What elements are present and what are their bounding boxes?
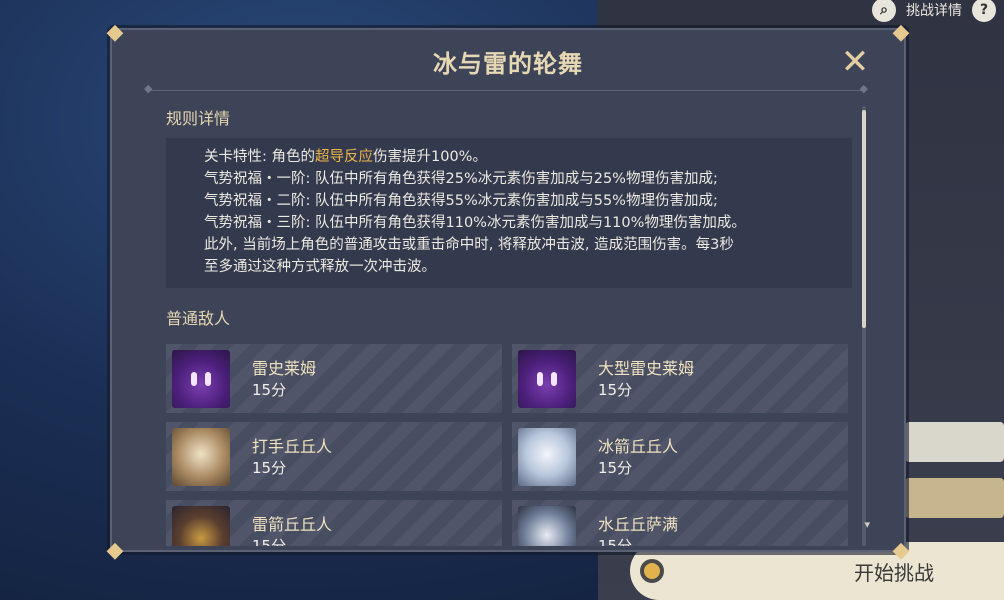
enemy-card[interactable]: 冰箭丘丘人 15分 <box>512 422 848 491</box>
help-icon[interactable]: ? <box>972 0 996 22</box>
scroll-thumb[interactable] <box>862 110 866 328</box>
enemy-name: 雷箭丘丘人 <box>252 514 333 534</box>
enemy-card[interactable]: 打手丘丘人 15分 <box>166 422 502 491</box>
scrollbar[interactable] <box>862 106 866 546</box>
enemy-card[interactable]: 大型雷史莱姆 15分 <box>512 344 848 413</box>
electro-slime-portrait <box>172 349 230 408</box>
enemy-card[interactable]: 水丘丘萨满 15分 <box>512 500 848 546</box>
rule-line: 此外, 当前场上角色的普通攻击或重击命中时, 将释放冲击波, 造成范围伤害。每3… <box>204 237 734 253</box>
enemy-name: 大型雷史莱姆 <box>598 358 695 378</box>
top-bar: ⌕ 挑战详情 ? <box>872 0 1004 22</box>
search-icon[interactable]: ⌕ <box>872 0 896 22</box>
enemy-name: 雷史莱姆 <box>252 358 317 378</box>
dialog-content[interactable]: 规则详情 关卡特性: 角色的超导反应伤害提升100%。 气势祝福・一阶: 队伍中… <box>166 106 852 546</box>
close-button[interactable]: ✕ <box>840 45 870 79</box>
corner-ornament-icon: ◆ <box>106 20 124 45</box>
hydro-samachurl-portrait <box>518 505 576 546</box>
background-slot <box>905 478 1004 518</box>
title-divider <box>144 82 868 95</box>
superconduct-highlight: 超导反应 <box>315 149 373 165</box>
enemy-card[interactable]: 雷箭丘丘人 15分 <box>166 500 502 546</box>
rule-text: 关卡特性: 角色的 <box>204 149 315 165</box>
rule-line: 关卡特性: 角色的超导反应伤害提升100%。 <box>204 146 852 168</box>
corner-ornament-icon: ◆ <box>892 538 910 563</box>
enemies-heading: 普通敌人 <box>166 309 231 328</box>
rule-line: 至多通过这种方式释放一次冲击波。 <box>204 259 436 275</box>
rule-line: 气势祝福・二阶: 队伍中所有角色获得55%冰元素伤害加成与55%物理伤害加成; <box>204 193 718 209</box>
cryo-hilichurl-shooter-portrait <box>518 427 576 486</box>
enemy-name: 水丘丘萨满 <box>598 514 679 534</box>
enemy-points: 15分 <box>252 536 287 547</box>
rule-line: 气势祝福・三阶: 队伍中所有角色获得110%冰元素伤害加成与110%物理伤害加成… <box>204 215 746 231</box>
enemy-name: 冰箭丘丘人 <box>598 436 679 456</box>
enemy-list: 雷史莱姆 15分 大型雷史莱姆 15分 打手丘丘人 15分 冰箭丘丘人 15分 … <box>166 344 852 546</box>
rule-text: 伤害提升100%。 <box>373 149 487 165</box>
enemy-points: 15分 <box>598 380 633 399</box>
scroll-down-icon[interactable]: ▾ <box>864 518 870 531</box>
background-slot <box>905 422 1004 462</box>
mitachurl-portrait <box>172 427 230 486</box>
rules-box: 关卡特性: 角色的超导反应伤害提升100%。 气势祝福・一阶: 队伍中所有角色获… <box>166 138 852 288</box>
corner-ornament-icon: ◆ <box>106 538 124 563</box>
enemy-points: 15分 <box>252 458 287 477</box>
enemy-points: 15分 <box>598 458 633 477</box>
electro-hilichurl-shooter-portrait <box>172 505 230 546</box>
enemy-card[interactable]: 雷史莱姆 15分 <box>166 344 502 413</box>
enemy-points: 15分 <box>598 536 633 547</box>
enemy-name: 打手丘丘人 <box>252 436 333 456</box>
challenge-details-link[interactable]: 挑战详情 <box>906 0 962 20</box>
rule-line: 气势祝福・一阶: 队伍中所有角色获得25%冰元素伤害加成与25%物理伤害加成; <box>204 171 718 187</box>
corner-ornament-icon: ◆ <box>892 20 910 45</box>
large-electro-slime-portrait <box>518 349 576 408</box>
dialog-title: 冰与雷的轮舞 <box>433 50 583 78</box>
enemy-points: 15分 <box>252 380 287 399</box>
challenge-info-dialog: 冰与雷的轮舞 ✕ 规则详情 关卡特性: 角色的超导反应伤害提升100%。 气势祝… <box>110 28 906 552</box>
start-indicator-icon <box>640 559 664 583</box>
rules-heading: 规则详情 <box>166 109 231 128</box>
